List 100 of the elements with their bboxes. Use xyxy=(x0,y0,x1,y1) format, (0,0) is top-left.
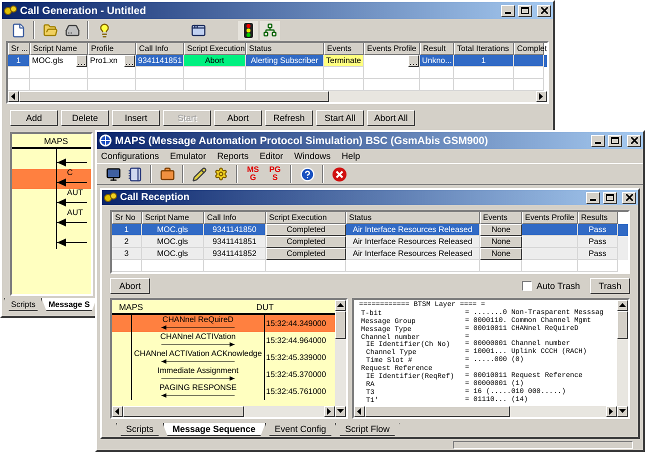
column-header[interactable]: Events Profile xyxy=(522,212,578,224)
settings-icon xyxy=(214,167,228,181)
message-label: AUT xyxy=(66,188,83,198)
table-row[interactable]: 1 MOC.gls 9341141850 Completed Air Interface Resources Released None Pass xyxy=(112,224,628,236)
horizontal-scrollbar[interactable] xyxy=(112,406,335,417)
column-header[interactable]: Status xyxy=(246,43,324,55)
minimize-button[interactable] xyxy=(501,4,515,16)
column-header[interactable]: Result xyxy=(420,43,454,55)
timestamp: 15:32:44.964000 xyxy=(265,336,326,345)
trash-button[interactable]: Trash xyxy=(590,278,630,294)
vertical-scrollbar[interactable] xyxy=(335,300,346,417)
column-header[interactable]: Sr No xyxy=(112,212,142,224)
column-header[interactable]: Events Profile xyxy=(364,43,420,55)
column-header[interactable]: Status xyxy=(346,212,480,224)
column-header[interactable]: Script Execution xyxy=(266,212,346,224)
timestamp: 15:32:45.761000 xyxy=(265,387,326,396)
column-header[interactable]: Events xyxy=(480,212,522,224)
scrollbar-thumb[interactable] xyxy=(365,406,510,417)
scrollbar-thumb[interactable] xyxy=(335,311,346,339)
column-header[interactable]: Profile xyxy=(88,43,136,55)
action-button[interactable]: Abort xyxy=(214,110,262,126)
menu-item[interactable]: Help xyxy=(342,151,360,161)
horizontal-scrollbar[interactable] xyxy=(8,91,547,102)
column-header[interactable]: Events xyxy=(324,43,364,55)
browse-button[interactable] xyxy=(124,55,135,67)
message-row[interactable]: CHANnel ReQuireD 15:32:44.349000 xyxy=(112,315,335,332)
message-row[interactable]: AUT xyxy=(12,209,91,229)
menu-item[interactable]: Editor xyxy=(260,151,284,161)
execution-button[interactable]: Completed xyxy=(266,248,346,260)
column-header[interactable]: Script Execution xyxy=(184,43,246,55)
maximize-button[interactable] xyxy=(518,4,532,16)
left-arrow-icon xyxy=(356,408,363,415)
table-row[interactable]: 1 MOC.gls Pro1.xn 9341141851 Abort Alerting Subscriber Terminate Unkno... 1 xyxy=(8,55,547,67)
close-button[interactable] xyxy=(622,192,636,204)
menu-item[interactable]: Reports xyxy=(217,151,249,161)
action-button[interactable]: Add xyxy=(10,110,58,126)
events-button[interactable]: None xyxy=(480,248,522,260)
message-row[interactable]: AUT xyxy=(12,189,91,209)
column-header[interactable]: Script Name xyxy=(142,212,204,224)
notebook-icon xyxy=(128,166,142,182)
column-header[interactable]: Sr ... xyxy=(8,43,30,55)
message-row[interactable]: PAGING RESPONSE 15:32:45.761000 xyxy=(112,383,335,400)
action-button[interactable]: Refresh xyxy=(265,110,313,126)
minimize-button[interactable] xyxy=(586,192,600,204)
menu-item[interactable]: Configurations xyxy=(101,151,160,161)
action-button[interactable]: Insert xyxy=(112,110,160,126)
network-button[interactable] xyxy=(260,20,280,40)
execution-button[interactable]: Completed xyxy=(266,236,346,248)
message-row[interactable]: Immediate Assignment 15:32:45.370000 xyxy=(112,366,335,383)
message-arrow xyxy=(57,158,87,167)
tab[interactable]: Scripts xyxy=(4,298,42,311)
action-button[interactable]: Delete xyxy=(61,110,109,126)
table-row[interactable]: 2 MOC.gls 9341141851 Completed Air Interface Resources Released None Pass xyxy=(112,236,628,248)
checkbox[interactable] xyxy=(522,281,532,291)
execution-button[interactable]: Completed xyxy=(266,224,346,236)
tab[interactable]: Script Flow xyxy=(335,423,400,436)
message-arrow xyxy=(57,218,87,227)
profile-field[interactable]: Pro1.xn xyxy=(88,55,124,67)
maximize-button[interactable] xyxy=(608,134,622,146)
right-arrow-icon xyxy=(608,408,615,415)
app-logo-icon xyxy=(99,134,112,147)
scrollbar-thumb[interactable] xyxy=(123,406,244,417)
column-header[interactable]: Script Name xyxy=(30,43,88,55)
browse-button[interactable] xyxy=(76,55,87,67)
column-header[interactable]: Total Iterations xyxy=(454,43,514,55)
column-header[interactable]: Call Info xyxy=(204,212,266,224)
minimize-button[interactable] xyxy=(591,134,605,146)
maximize-button[interactable] xyxy=(603,192,617,204)
horizontal-scrollbar[interactable] xyxy=(354,406,617,417)
abort-button[interactable]: Abort xyxy=(110,278,150,294)
message-arrow xyxy=(57,238,87,247)
events-button[interactable]: None xyxy=(480,236,522,248)
message-row[interactable]: CHANnel ACTIVation 15:32:44.964000 xyxy=(112,332,335,349)
vertical-scrollbar[interactable] xyxy=(617,300,628,417)
execution-cell: Abort xyxy=(184,55,246,67)
scrollbar-thumb[interactable] xyxy=(19,91,330,102)
column-header[interactable]: Call Info xyxy=(136,43,184,55)
close-button[interactable] xyxy=(627,134,641,146)
column-header[interactable]: Results xyxy=(578,212,618,224)
maximize-icon xyxy=(521,7,529,14)
tab[interactable]: Message S xyxy=(41,298,97,311)
message-row[interactable]: C xyxy=(12,169,91,189)
close-button[interactable] xyxy=(537,4,551,16)
tab[interactable]: Event Config xyxy=(264,423,336,436)
right-arrow-icon xyxy=(326,408,333,415)
menu-item[interactable]: Windows xyxy=(294,151,331,161)
action-button[interactable]: Abort All xyxy=(367,110,415,126)
close-icon xyxy=(540,7,548,14)
menu-item[interactable]: Emulator xyxy=(170,151,206,161)
events-profile-field[interactable] xyxy=(364,55,408,67)
events-button[interactable]: None xyxy=(480,224,522,236)
checkbox-label: Auto Trash xyxy=(536,281,580,291)
script-field[interactable]: MOC.gls xyxy=(30,55,76,67)
scrollbar-thumb[interactable] xyxy=(617,311,628,339)
message-row[interactable]: CHANnel ACTIVation ACKnowledge 15:32:45.339000 xyxy=(112,349,335,366)
action-button[interactable]: Start All xyxy=(316,110,364,126)
traffic-light-button[interactable] xyxy=(238,20,258,40)
table-row[interactable]: 3 MOC.gls 9341141852 Completed Air Interface Resources Released None Pass xyxy=(112,248,628,260)
tab[interactable]: Message Sequence xyxy=(162,423,266,436)
browse-button[interactable] xyxy=(408,55,419,67)
